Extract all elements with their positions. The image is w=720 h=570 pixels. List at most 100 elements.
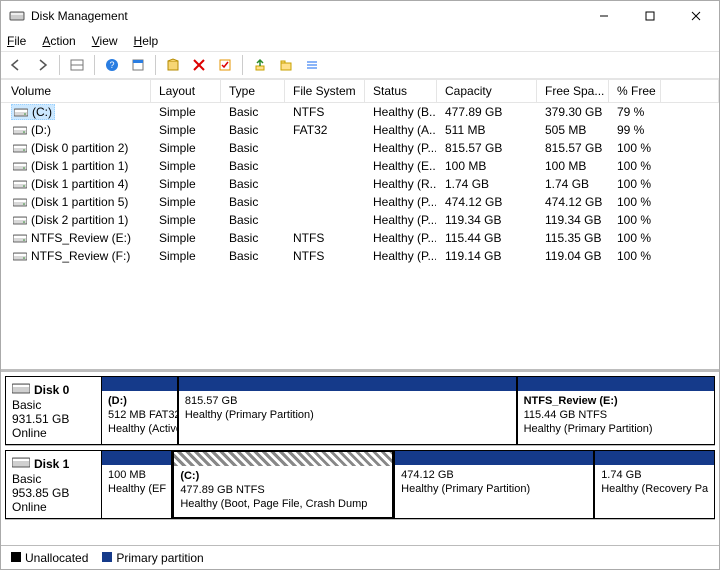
partition-block[interactable]: 474.12 GBHealthy (Primary Partition) bbox=[394, 450, 594, 519]
disk-block: Disk 0Basic931.51 GBOnline(D:)512 MB FAT… bbox=[5, 376, 715, 446]
cell-layout: Simple bbox=[151, 193, 221, 211]
partition-status: Healthy (Primary Partition) bbox=[185, 409, 510, 423]
disk-size: 953.85 GB bbox=[12, 486, 95, 500]
volume-row[interactable]: (C:)SimpleBasicNTFSHealthy (B...477.89 G… bbox=[1, 103, 719, 121]
col-layout[interactable]: Layout bbox=[151, 80, 221, 102]
volume-row[interactable]: (Disk 1 partition 1)SimpleBasicHealthy (… bbox=[1, 157, 719, 175]
svg-text:?: ? bbox=[109, 60, 114, 70]
drive-icon bbox=[13, 250, 27, 262]
cell-capacity: 115.44 GB bbox=[437, 229, 537, 247]
partition-block[interactable]: NTFS_Review (E:)115.44 GB NTFSHealthy (P… bbox=[517, 376, 715, 445]
close-button[interactable] bbox=[673, 1, 719, 31]
volume-name: NTFS_Review (E:) bbox=[31, 231, 131, 245]
disk-header[interactable]: Disk 1Basic953.85 GBOnline bbox=[5, 450, 101, 519]
partition-stripe bbox=[102, 377, 177, 391]
cell-filesystem bbox=[285, 175, 365, 193]
cell-pct: 100 % bbox=[609, 157, 661, 175]
volume-name: (C:) bbox=[32, 105, 52, 119]
menu-view[interactable]: View bbox=[92, 34, 118, 48]
disk-header[interactable]: Disk 0Basic931.51 GBOnline bbox=[5, 376, 101, 445]
disk-state: Online bbox=[12, 426, 95, 440]
volume-row[interactable]: (Disk 2 partition 1)SimpleBasicHealthy (… bbox=[1, 211, 719, 229]
col-free-space[interactable]: Free Spa... bbox=[537, 80, 609, 102]
cell-pct: 100 % bbox=[609, 139, 661, 157]
cell-status: Healthy (A... bbox=[365, 121, 437, 139]
partition-block[interactable]: 815.57 GBHealthy (Primary Partition) bbox=[178, 376, 517, 445]
partition-size: 477.89 GB NTFS bbox=[180, 484, 386, 498]
cell-capacity: 474.12 GB bbox=[437, 193, 537, 211]
list-button[interactable] bbox=[301, 54, 323, 76]
cell-filesystem: NTFS bbox=[285, 103, 365, 121]
cell-layout: Simple bbox=[151, 175, 221, 193]
cell-layout: Simple bbox=[151, 157, 221, 175]
cell-filesystem: NTFS bbox=[285, 247, 365, 265]
partition-block[interactable]: (C:)477.89 GB NTFSHealthy (Boot, Page Fi… bbox=[172, 450, 394, 519]
volume-row[interactable]: (Disk 0 partition 2)SimpleBasicHealthy (… bbox=[1, 139, 719, 157]
col-volume[interactable]: Volume bbox=[1, 80, 151, 102]
delete-button[interactable] bbox=[188, 54, 210, 76]
cell-layout: Simple bbox=[151, 247, 221, 265]
cell-free: 505 MB bbox=[537, 121, 609, 139]
partition-stripe bbox=[102, 451, 171, 465]
drive-icon bbox=[13, 160, 27, 172]
folder-button[interactable] bbox=[275, 54, 297, 76]
cell-layout: Simple bbox=[151, 121, 221, 139]
forward-button[interactable] bbox=[31, 54, 53, 76]
cell-capacity: 119.34 GB bbox=[437, 211, 537, 229]
minimize-button[interactable] bbox=[581, 1, 627, 31]
volume-row[interactable]: NTFS_Review (F:)SimpleBasicNTFSHealthy (… bbox=[1, 247, 719, 265]
cell-pct: 100 % bbox=[609, 193, 661, 211]
cell-pct: 100 % bbox=[609, 211, 661, 229]
volume-name: (Disk 2 partition 1) bbox=[31, 213, 128, 227]
partition-status: Healthy (Primary Partition) bbox=[524, 423, 708, 437]
menu-file[interactable]: File bbox=[7, 34, 26, 48]
action-script-button[interactable] bbox=[162, 54, 184, 76]
help-button[interactable]: ? bbox=[101, 54, 123, 76]
col-type[interactable]: Type bbox=[221, 80, 285, 102]
partition-status: Healthy (Primary Partition) bbox=[401, 483, 587, 497]
cell-type: Basic bbox=[221, 247, 285, 265]
partition-block[interactable]: 1.74 GBHealthy (Recovery Pa bbox=[594, 450, 715, 519]
cell-status: Healthy (P... bbox=[365, 247, 437, 265]
col-pct-free[interactable]: % Free bbox=[609, 80, 661, 102]
layout-button[interactable] bbox=[66, 54, 88, 76]
partition-stripe bbox=[179, 377, 516, 391]
volume-row[interactable]: (Disk 1 partition 4)SimpleBasicHealthy (… bbox=[1, 175, 719, 193]
partition-stripe bbox=[174, 452, 392, 466]
settings-button[interactable] bbox=[127, 54, 149, 76]
drive-icon bbox=[13, 196, 27, 208]
cell-status: Healthy (P... bbox=[365, 139, 437, 157]
check-button[interactable] bbox=[214, 54, 236, 76]
disk-size: 931.51 GB bbox=[12, 412, 95, 426]
cell-pct: 99 % bbox=[609, 121, 661, 139]
volume-row[interactable]: NTFS_Review (E:)SimpleBasicNTFSHealthy (… bbox=[1, 229, 719, 247]
cell-filesystem bbox=[285, 211, 365, 229]
drive-icon bbox=[13, 142, 27, 154]
disk-icon bbox=[12, 381, 30, 398]
cell-type: Basic bbox=[221, 157, 285, 175]
maximize-button[interactable] bbox=[627, 1, 673, 31]
menu-action[interactable]: Action bbox=[42, 34, 75, 48]
partition-size: 815.57 GB bbox=[185, 395, 510, 409]
partition-block[interactable]: 100 MBHealthy (EF bbox=[101, 450, 172, 519]
partition-block[interactable]: (D:)512 MB FAT32Healthy (Active, EFI S bbox=[101, 376, 178, 445]
drive-icon bbox=[13, 178, 27, 190]
partition-size: 474.12 GB bbox=[401, 469, 587, 483]
cell-free: 1.74 GB bbox=[537, 175, 609, 193]
volume-row[interactable]: (D:)SimpleBasicFAT32Healthy (A...511 MB5… bbox=[1, 121, 719, 139]
partition-size: 1.74 GB bbox=[601, 469, 708, 483]
col-capacity[interactable]: Capacity bbox=[437, 80, 537, 102]
up-button[interactable] bbox=[249, 54, 271, 76]
partition-stripe bbox=[518, 377, 714, 391]
cell-capacity: 1.74 GB bbox=[437, 175, 537, 193]
disk-name: Disk 1 bbox=[34, 457, 69, 471]
volume-name: (D:) bbox=[31, 123, 51, 137]
col-status[interactable]: Status bbox=[365, 80, 437, 102]
col-filesystem[interactable]: File System bbox=[285, 80, 365, 102]
back-button[interactable] bbox=[5, 54, 27, 76]
cell-layout: Simple bbox=[151, 211, 221, 229]
menu-help[interactable]: Help bbox=[134, 34, 159, 48]
drive-icon bbox=[13, 214, 27, 226]
cell-filesystem bbox=[285, 157, 365, 175]
volume-row[interactable]: (Disk 1 partition 5)SimpleBasicHealthy (… bbox=[1, 193, 719, 211]
